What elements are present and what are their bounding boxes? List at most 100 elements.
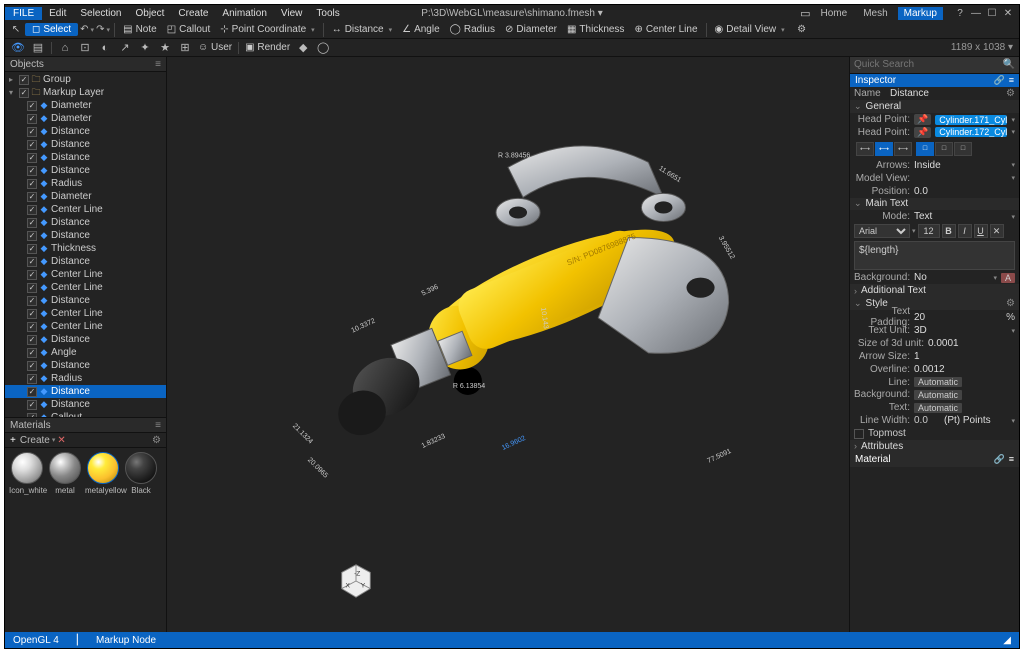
line-value[interactable]: Automatic <box>914 377 962 387</box>
user-dropdown[interactable]: ☺ User <box>198 42 232 53</box>
style-settings-icon[interactable]: ⚙ <box>1006 298 1015 309</box>
tab-home[interactable]: Home <box>815 7 854 20</box>
arrows-value[interactable]: Inside <box>914 160 1007 171</box>
tree-item[interactable]: ◆Center Line <box>5 203 166 216</box>
overline-value[interactable]: 0.0012 <box>914 364 1015 375</box>
help-icon[interactable]: ? <box>953 8 967 19</box>
materials-menu-icon[interactable]: ≡ <box>155 420 161 431</box>
bgcolor-value[interactable]: Automatic <box>914 390 962 400</box>
pad-value[interactable]: 20 <box>914 312 1002 323</box>
tree-item[interactable]: ◆Radius <box>5 177 166 190</box>
bg-badge[interactable]: A <box>1001 273 1015 283</box>
tree-item[interactable]: ◆Distance <box>5 255 166 268</box>
tool-point-coordinate[interactable]: ⊹ Point Coordinate <box>216 24 318 35</box>
strike-button[interactable]: ✕ <box>990 224 1004 238</box>
font-size-input[interactable] <box>918 224 940 238</box>
tree-item[interactable]: ◆Center Line <box>5 307 166 320</box>
viewport-3d[interactable]: S/N: PD0876988875 77.5091 16.9602 1.8323… <box>167 57 849 632</box>
tree-item[interactable]: ◆Angle <box>5 346 166 359</box>
head1-dd-icon[interactable]: ▾ <box>1011 116 1015 124</box>
tree-item[interactable]: ◆Distance <box>5 333 166 346</box>
menu-tools[interactable]: Tools <box>309 7 346 20</box>
position-value[interactable]: 0.0 <box>914 186 1015 197</box>
material-metal[interactable]: metal <box>47 452 83 495</box>
pin-icon[interactable]: 📌 <box>914 114 931 125</box>
undo-icon[interactable]: ↶ <box>80 23 94 37</box>
layers-icon[interactable]: ▤ <box>31 41 45 55</box>
section-additional-text[interactable]: Additional Text <box>850 284 1019 297</box>
tab-markup[interactable]: Markup <box>898 7 943 20</box>
tree-item[interactable]: ◆Distance <box>5 125 166 138</box>
tree-item[interactable]: ◆Diameter <box>5 99 166 112</box>
comment-icon[interactable]: ▭ <box>800 7 810 20</box>
materials-settings-icon[interactable]: ⚙ <box>152 435 161 446</box>
tree-item[interactable]: ◆Diameter <box>5 112 166 125</box>
tree-item[interactable]: ◆Distance <box>5 385 166 398</box>
tool-angle[interactable]: ∠ Angle <box>398 24 444 35</box>
section-general[interactable]: General <box>850 100 1019 113</box>
home-icon[interactable]: ⌂ <box>58 41 72 55</box>
nav1-icon[interactable]: ◐ <box>98 41 112 55</box>
tree-item[interactable]: ◆Thickness <box>5 242 166 255</box>
tree-item[interactable]: ◆Distance <box>5 164 166 177</box>
close-icon[interactable]: ✕ <box>1001 8 1015 19</box>
axis-cube[interactable]: -Z X Y <box>337 562 375 600</box>
unit-value[interactable]: 3D <box>914 325 1007 336</box>
wand-icon[interactable]: ✦ <box>138 41 152 55</box>
objects-tree[interactable]: ▸🗀Group▾🗀Markup Layer◆Diameter◆Diameter◆… <box>5 72 166 417</box>
font-select[interactable]: Arial <box>854 224 910 238</box>
material-black[interactable]: Black <box>123 452 159 495</box>
head2-tag[interactable]: Cylinder.172_Cylinder.072 <box>935 127 1007 137</box>
tab-mesh[interactable]: Mesh <box>857 7 893 20</box>
menu-edit[interactable]: Edit <box>42 7 73 20</box>
bg-value[interactable]: No <box>914 272 989 283</box>
lw-value[interactable]: 0.0 <box>914 415 940 426</box>
viewport-size[interactable]: 1189 x 1038 ▾ <box>951 42 1013 53</box>
material-panel-header[interactable]: Material 🔗≡ <box>850 453 1019 467</box>
section-main-text[interactable]: Main Text <box>850 198 1019 211</box>
menu-selection[interactable]: Selection <box>73 7 128 20</box>
tree-item[interactable]: ◆Center Line <box>5 281 166 294</box>
tree-item[interactable]: ◆Center Line <box>5 320 166 333</box>
tree-item[interactable]: ◆Center Line <box>5 268 166 281</box>
tree-item[interactable]: ◆Distance <box>5 229 166 242</box>
text-value[interactable]: Automatic <box>914 403 962 413</box>
bold-button[interactable]: B <box>942 224 956 238</box>
tree-item[interactable]: ◆Diameter <box>5 190 166 203</box>
search-input[interactable] <box>854 59 1003 70</box>
size3d-value[interactable]: 0.0001 <box>928 338 1015 349</box>
render-dropdown[interactable]: ▣ Render <box>245 42 290 53</box>
underline-button[interactable]: U <box>974 224 988 238</box>
pin-icon[interactable]: 📌 <box>914 127 931 138</box>
delete-material-icon[interactable]: ✕ <box>57 435 65 446</box>
tree-item[interactable]: ◆Distance <box>5 398 166 411</box>
create-material[interactable]: Create <box>20 435 50 446</box>
dim-style-seg1[interactable]: ⟷⟷⟷ <box>856 142 912 156</box>
head2-dd-icon[interactable]: ▾ <box>1011 128 1015 136</box>
menu-create[interactable]: Create <box>171 7 215 20</box>
menu-view[interactable]: View <box>274 7 310 20</box>
inspector-menu-icon[interactable]: ≡ <box>1009 75 1014 86</box>
link-icon[interactable]: 🔗 <box>994 75 1005 86</box>
menu-object[interactable]: Object <box>129 7 172 20</box>
cursor-icon[interactable]: ↖ <box>9 23 23 37</box>
resize-grip-icon[interactable]: ◢ <box>1003 635 1011 646</box>
tool-thickness[interactable]: ▦ Thickness <box>563 24 628 35</box>
section-attributes[interactable]: Attributes <box>850 440 1019 453</box>
tool-center-line[interactable]: ⊕ Center Line <box>630 24 701 35</box>
toolbar-settings-icon[interactable]: ⚙ <box>795 23 809 37</box>
dim-style-seg2[interactable]: □□□ <box>916 142 972 156</box>
tree-item[interactable]: ◆Distance <box>5 359 166 372</box>
select-tool[interactable]: ◻ Select <box>25 23 78 36</box>
material-metalyellow[interactable]: metalyellow <box>85 452 121 495</box>
objects-menu-icon[interactable]: ≡ <box>155 59 161 70</box>
star-icon[interactable]: ★ <box>158 41 172 55</box>
topmost-checkbox[interactable] <box>854 429 864 439</box>
head1-tag[interactable]: Cylinder.171_Cylinder.077 <box>935 115 1007 125</box>
fit-icon[interactable]: ⊡ <box>78 41 92 55</box>
grid-icon[interactable]: ⊞ <box>178 41 192 55</box>
lw-unit[interactable]: (Pt) Points <box>944 415 1007 426</box>
tree-item[interactable]: ◆Distance <box>5 151 166 164</box>
menu-animation[interactable]: Animation <box>215 7 273 20</box>
nav2-icon[interactable]: ↗ <box>118 41 132 55</box>
